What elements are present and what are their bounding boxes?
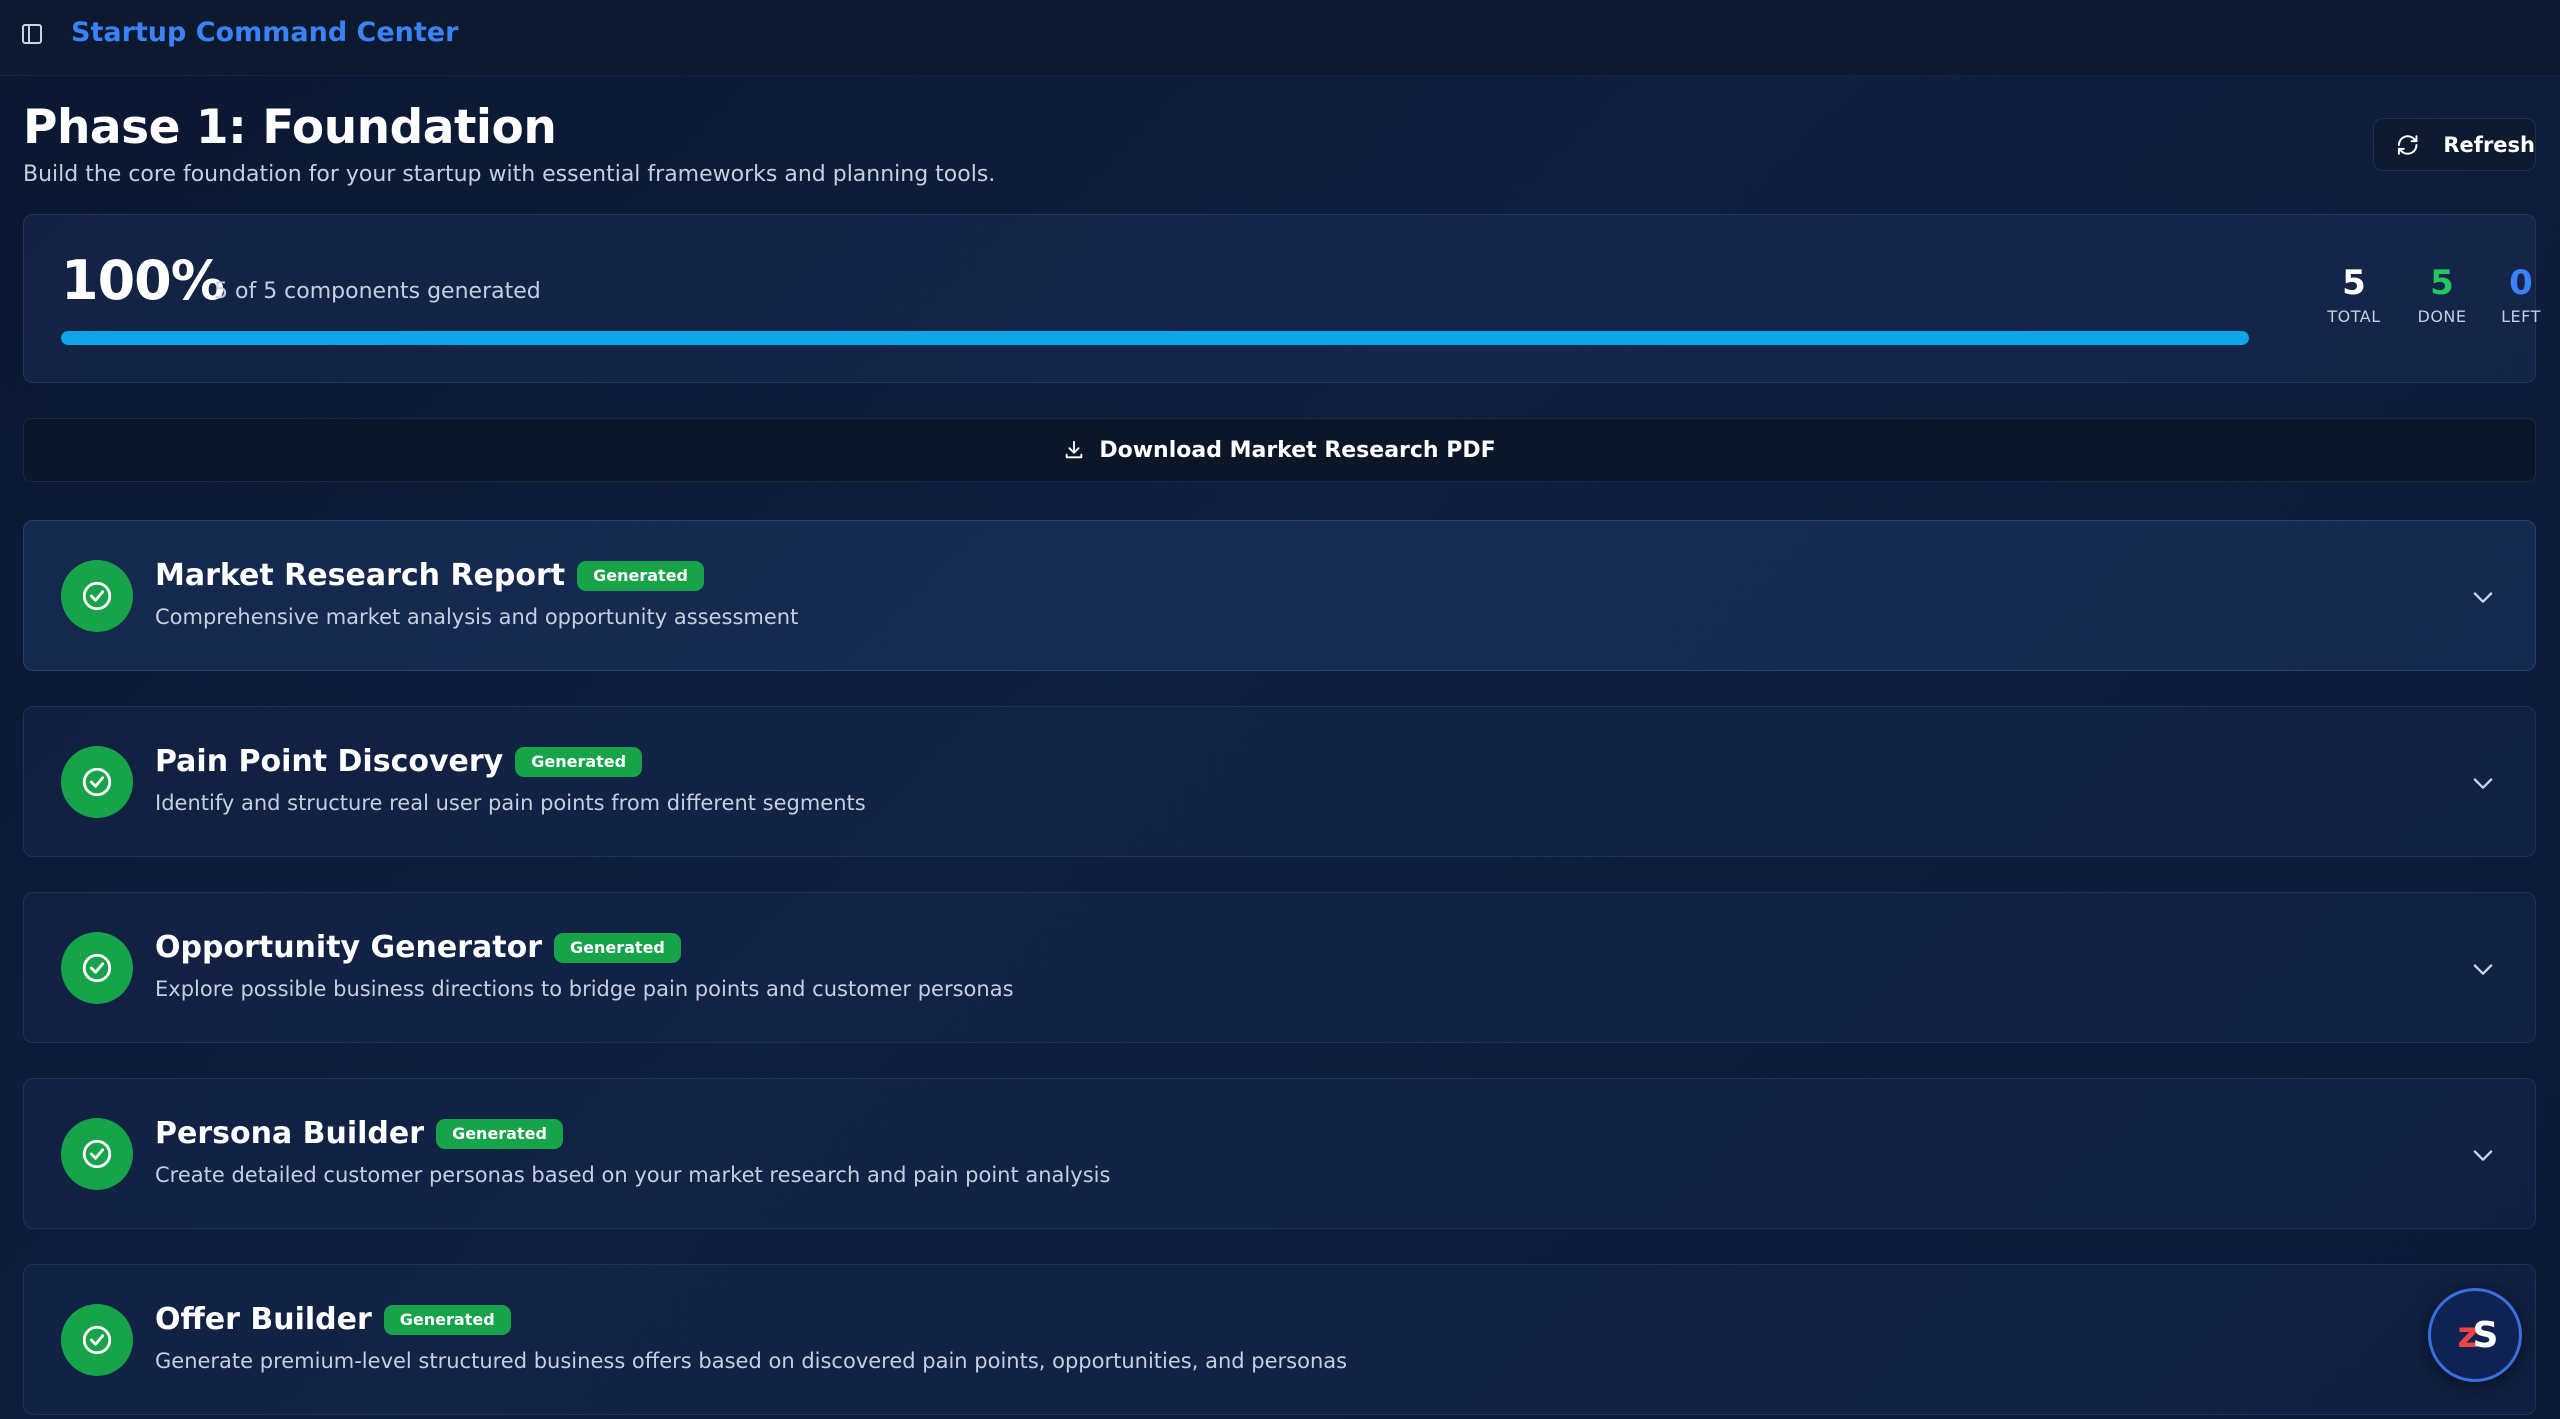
status-badge: Generated [515, 747, 643, 777]
stat-left-label: LEFT [2501, 307, 2541, 326]
progress-percent: 100% [61, 249, 225, 312]
component-description: Generate premium-level structured busine… [155, 1349, 1348, 1373]
component-description: Create detailed customer personas based … [155, 1163, 1111, 1187]
component-card-market-research-report[interactable]: Market Research Report Generated Comprehe… [23, 520, 2536, 671]
progress-bar [61, 331, 2249, 345]
component-title: Market Research Report Generated [155, 558, 704, 593]
chevron-down-icon[interactable] [2469, 583, 2497, 611]
stat-done-label: DONE [2417, 307, 2467, 326]
component-card-persona-builder[interactable]: Persona Builder Generated Create detailed… [23, 1078, 2536, 1229]
sidebar-toggle-icon[interactable] [22, 24, 42, 44]
check-circle-icon [61, 1118, 133, 1190]
component-card-opportunity-generator[interactable]: Opportunity Generator Generated Explore p… [23, 892, 2536, 1043]
component-description: Identify and structure real user pain po… [155, 791, 866, 815]
refresh-icon [2397, 134, 2418, 155]
progress-card: 100% 5 of 5 components generated 5 TOTAL… [23, 214, 2540, 383]
progress-bar-fill [61, 331, 2249, 345]
stat-total: 5 TOTAL [2314, 263, 2394, 326]
assistant-fab-button[interactable]: zS [2428, 1288, 2522, 1382]
chevron-down-icon[interactable] [2469, 955, 2497, 983]
stat-total-label: TOTAL [2327, 307, 2381, 326]
check-circle-icon [61, 932, 133, 1004]
download-label: Download Market Research PDF [1099, 437, 1496, 463]
status-badge: Generated [554, 933, 681, 963]
component-title: Offer Builder Generated [155, 1302, 511, 1337]
component-description: Comprehensive market analysis and opport… [155, 605, 799, 629]
stat-done-value: 5 [2430, 263, 2454, 303]
status-badge: Generated [383, 1305, 511, 1335]
component-description: Explore possible business directions to … [155, 977, 1014, 1001]
top-bar: Startup Command Center [0, 0, 2560, 76]
download-icon [1066, 440, 1083, 459]
stat-total-value: 5 [2342, 263, 2366, 303]
stat-left-value: 0 [2509, 263, 2533, 303]
refresh-button[interactable]: Refresh [2373, 118, 2536, 171]
stat-left: 0 LEFT [2481, 263, 2560, 326]
brand-logo-icon: zS [2457, 1314, 2499, 1356]
status-badge: Generated [436, 1119, 563, 1149]
app-title[interactable]: Startup Command Center [71, 17, 458, 48]
chevron-down-icon[interactable] [2469, 1141, 2497, 1169]
component-card-pain-point-discovery[interactable]: Pain Point Discovery Generated Identify a… [23, 706, 2536, 857]
chevron-down-icon[interactable] [2469, 769, 2497, 797]
download-market-research-pdf-button[interactable]: Download Market Research PDF [23, 418, 2536, 482]
component-title: Pain Point Discovery Generated [155, 744, 643, 779]
component-card-offer-builder[interactable]: Offer Builder Generated Generate premium-… [23, 1264, 2536, 1415]
component-title: Persona Builder Generated [155, 1116, 563, 1151]
progress-caption: 5 of 5 components generated [214, 279, 541, 304]
page-subtitle: Build the core foundation for your start… [23, 162, 996, 187]
check-circle-icon [61, 746, 133, 818]
refresh-label: Refresh [2443, 132, 2535, 157]
component-title: Opportunity Generator Generated [155, 930, 681, 965]
check-circle-icon [61, 560, 133, 632]
stat-done: 5 DONE [2402, 263, 2482, 326]
check-circle-icon [61, 1304, 133, 1376]
page-title: Phase 1: Foundation [23, 100, 557, 155]
status-badge: Generated [577, 561, 704, 591]
